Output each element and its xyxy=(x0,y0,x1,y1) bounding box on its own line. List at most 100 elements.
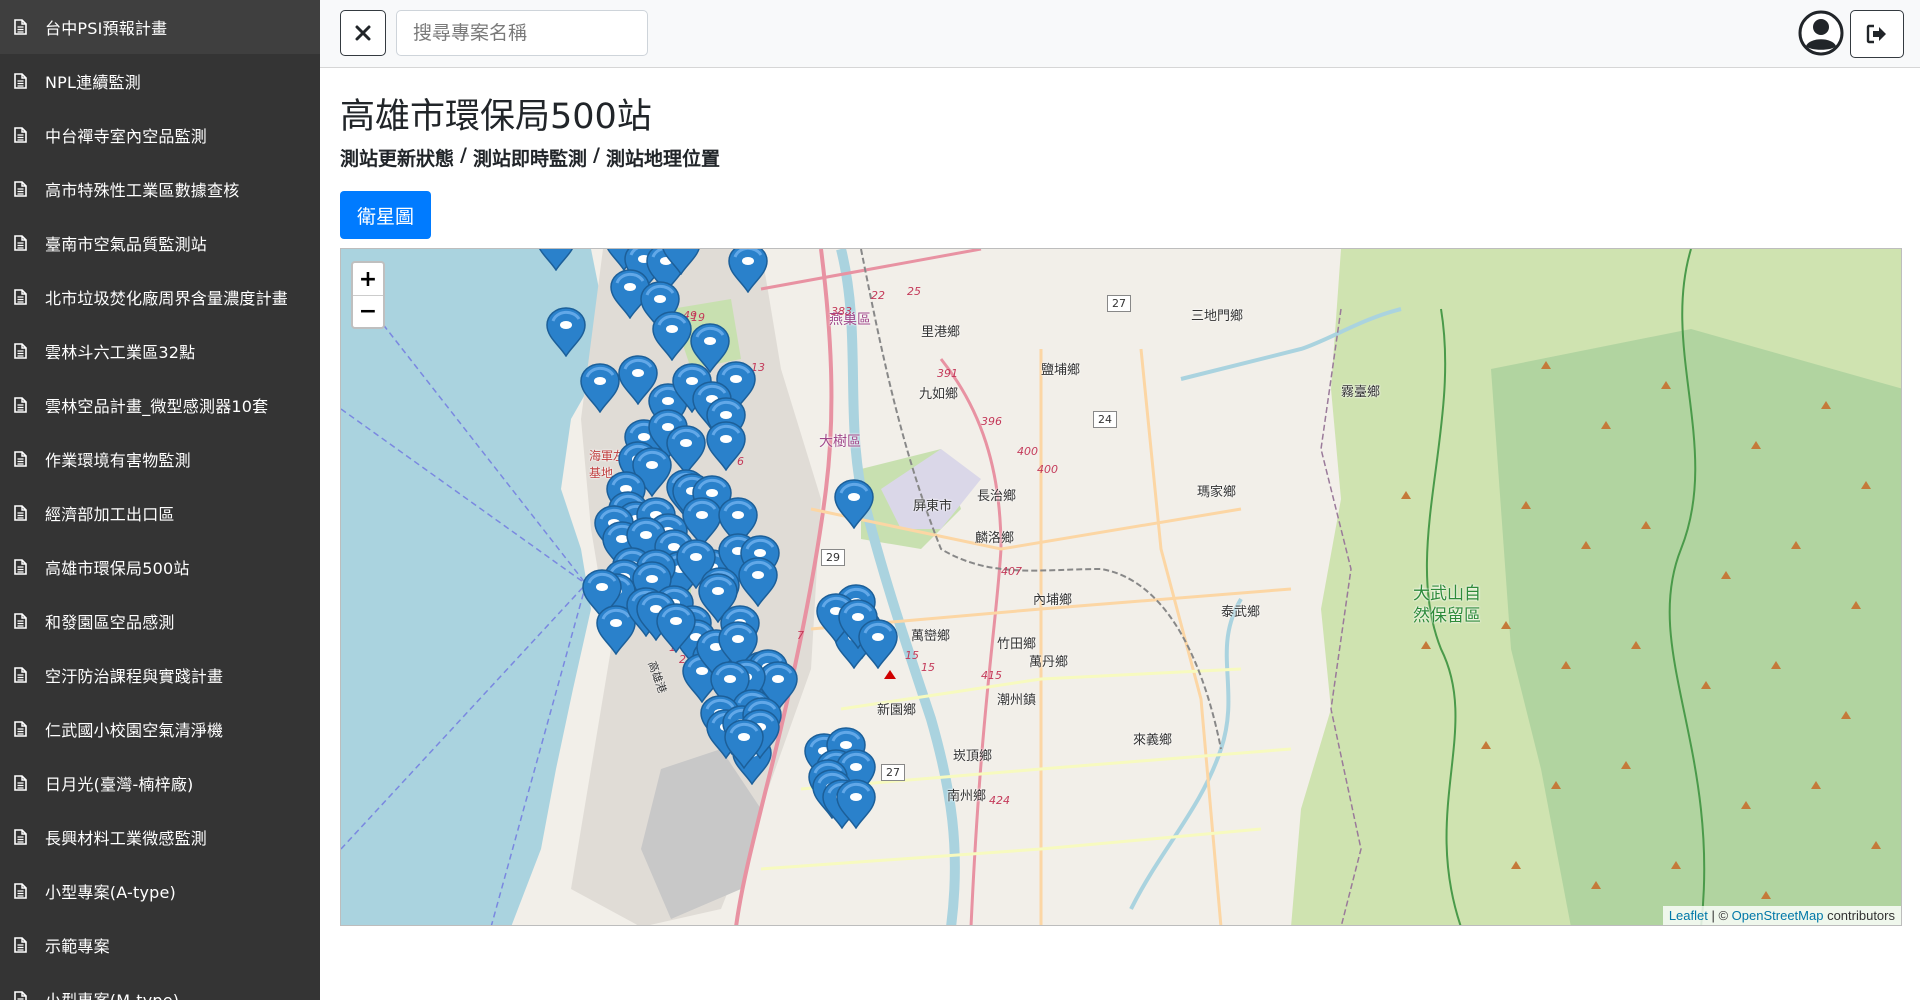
sidebar-item[interactable]: 臺南市空氣品質監測站 xyxy=(0,216,320,270)
zoom-in-button[interactable]: + xyxy=(353,263,383,295)
map-label: 竹田鄉 xyxy=(997,637,1037,652)
file-text-icon xyxy=(14,127,27,143)
sidebar-item[interactable]: 高市特殊性工業區數據查核 xyxy=(0,162,320,216)
sidebar-item-label: 雲林斗六工業區32點 xyxy=(45,343,196,362)
map-label: 麟洛鄉 xyxy=(975,531,1015,546)
road-number: 383 xyxy=(831,305,852,318)
attribution-separator: | © xyxy=(1707,908,1732,923)
sidebar-item-label: 臺南市空氣品質監測站 xyxy=(45,235,208,254)
user-circle-icon xyxy=(1798,10,1844,56)
sidebar-item-label: 高市特殊性工業區數據查核 xyxy=(45,181,240,200)
sidebar-item-label: 作業環境有害物監測 xyxy=(45,451,191,470)
logout-button[interactable] xyxy=(1850,10,1904,58)
zoom-out-button[interactable]: − xyxy=(353,295,383,327)
page-title: 高雄市環保局500站 xyxy=(340,97,652,137)
sidebar-item[interactable]: 作業環境有害物監測 xyxy=(0,432,320,486)
road-number: 25 xyxy=(907,285,921,298)
user-avatar-button[interactable] xyxy=(1798,10,1844,56)
station-marker-icon[interactable] xyxy=(829,479,879,529)
map-label: 里港鄉 xyxy=(921,325,961,340)
map-label: 鹽埔鄉 xyxy=(1041,363,1081,378)
sidebar-item-label: 長興材料工業微感監測 xyxy=(45,829,208,848)
search-input[interactable] xyxy=(396,10,648,56)
map-label: 崁頂鄉 xyxy=(953,749,993,764)
link-station-status[interactable]: 測站更新狀態 xyxy=(340,144,454,171)
road-number: 400 xyxy=(1017,445,1038,458)
sidebar-item[interactable]: 高雄市環保局500站 xyxy=(0,540,320,594)
sidebar-item[interactable]: 仁武國小校園空氣清淨機 xyxy=(0,702,320,756)
station-marker-icon[interactable] xyxy=(853,619,903,669)
station-marker-icon[interactable] xyxy=(656,248,706,275)
file-text-icon xyxy=(14,721,27,737)
map-label: 新園鄉 xyxy=(877,703,917,718)
sidebar-item[interactable]: 台中PSI預報計畫 xyxy=(0,0,320,54)
file-text-icon xyxy=(14,883,27,899)
sidebar-item[interactable]: 北市垃圾焚化廠周界含量濃度計畫 xyxy=(0,270,320,324)
road-number: 415 xyxy=(981,669,1002,682)
station-marker-icon[interactable] xyxy=(541,307,591,357)
station-marker-icon[interactable] xyxy=(831,779,881,829)
sidebar-item[interactable]: 小型專案(M-type) xyxy=(0,972,320,1000)
link-station-location[interactable]: 測站地理位置 xyxy=(606,144,720,171)
sign-out-icon xyxy=(1866,24,1886,44)
map-label: 三地門鄉 xyxy=(1191,309,1244,324)
zoom-control: + − xyxy=(351,261,385,329)
sidebar: 台中PSI預報計畫 NPL連續監測中台禪寺室內空品監測高市特殊性工業區數據查核 臺南… xyxy=(0,0,320,1000)
sidebar-item[interactable]: 中台禪寺室內空品監測 xyxy=(0,108,320,162)
road-number: 407 xyxy=(1001,565,1022,578)
file-text-icon xyxy=(14,181,27,197)
station-map[interactable]: + − 燕巢區 里港鄉 九如鄉 鹽埔鄉 三地門鄉 霧臺鄉 大樹區 屏東市 長治鄉… xyxy=(340,248,1902,926)
sidebar-item-label: 日月光(臺灣-楠梓廠) xyxy=(45,775,194,794)
sidebar-item[interactable]: 日月光(臺灣-楠梓廠) xyxy=(0,756,320,810)
sidebar-item[interactable]: 和發園區空品感測 xyxy=(0,594,320,648)
sidebar-item[interactable]: NPL連續監測 xyxy=(0,54,320,108)
sidebar-item-label: 中台禪寺室內空品監測 xyxy=(45,127,208,146)
road-number: 400 xyxy=(1037,463,1058,476)
leaflet-link[interactable]: Leaflet xyxy=(1669,908,1708,923)
sidebar-item[interactable]: 空汙防治課程與實踐計畫 xyxy=(0,648,320,702)
sidebar-item-label: 雲林空品計畫_微型感測器10套 xyxy=(45,397,269,416)
satellite-view-button[interactable]: 衛星圖 xyxy=(340,191,432,239)
file-text-icon xyxy=(14,775,27,791)
file-text-icon xyxy=(14,991,27,1000)
road-number: 391 xyxy=(937,367,958,380)
map-label-line: 然保留區 xyxy=(1413,606,1481,626)
station-marker-icon[interactable] xyxy=(531,248,581,271)
sidebar-item[interactable]: 示範專案 xyxy=(0,918,320,972)
sidebar-item-label: 和發園區空品感測 xyxy=(45,613,175,632)
breadcrumb: 測站更新狀態 / 測站即時監測 / 測站地理位置 xyxy=(340,144,720,171)
link-station-realtime[interactable]: 測站即時監測 xyxy=(473,144,587,171)
sidebar-item[interactable]: 經濟部加工出口區 xyxy=(0,486,320,540)
sidebar-item-label: 空汙防治課程與實踐計畫 xyxy=(45,667,224,686)
sidebar-item-label: 高雄市環保局500站 xyxy=(45,559,190,578)
file-text-icon xyxy=(14,559,27,575)
sidebar-item[interactable]: 雲林空品計畫_微型感測器10套 xyxy=(0,378,320,432)
sidebar-item-label: 台中PSI預報計畫 xyxy=(45,19,168,38)
file-text-icon xyxy=(14,451,27,467)
road-number: 396 xyxy=(981,415,1002,428)
osm-link[interactable]: OpenStreetMap xyxy=(1732,908,1824,923)
sidebar-item-label: NPL連續監測 xyxy=(45,73,141,92)
sidebar-item-label: 小型專案(M-type) xyxy=(45,987,179,1000)
sidebar-item-label: 示範專案 xyxy=(45,937,110,956)
breadcrumb-separator: / xyxy=(460,144,467,166)
sidebar-item[interactable]: 小型專案(A-type) xyxy=(0,864,320,918)
map-label-line: 大武山自 xyxy=(1413,584,1481,604)
sidebar-item[interactable]: 雲林斗六工業區32點 xyxy=(0,324,320,378)
station-marker-icon[interactable] xyxy=(723,248,773,293)
station-marker-icon[interactable] xyxy=(719,719,769,769)
map-label: 南州鄉 xyxy=(947,789,987,804)
sidebar-item[interactable]: 長興材料工業微感監測 xyxy=(0,810,320,864)
map-attribution: Leaflet | © OpenStreetMap contributors xyxy=(1662,906,1901,925)
file-text-icon xyxy=(14,19,27,35)
sidebar-item-label: 仁武國小校園空氣清淨機 xyxy=(45,721,224,740)
road-number: 22 xyxy=(871,289,885,302)
road-number: 15 xyxy=(921,661,935,674)
attribution-suffix: contributors xyxy=(1823,908,1895,923)
file-text-icon xyxy=(14,505,27,521)
close-sidebar-button[interactable] xyxy=(340,10,386,56)
file-text-icon xyxy=(14,937,27,953)
map-label: 潮州鎮 xyxy=(997,693,1037,708)
file-text-icon xyxy=(14,289,27,305)
map-label: 屏東市 xyxy=(913,499,953,514)
